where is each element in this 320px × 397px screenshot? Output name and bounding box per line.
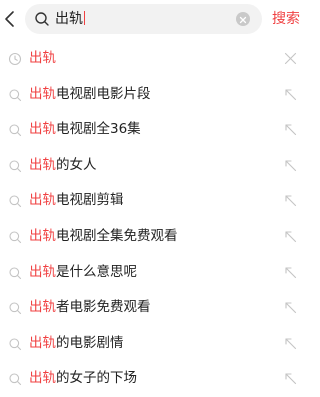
matched-keyword: 出轨: [29, 263, 56, 280]
suggestion-item[interactable]: 出轨者电影免费观看: [0, 290, 319, 326]
matched-keyword: 出轨: [29, 192, 56, 209]
search-icon: [9, 267, 22, 279]
fill-arrow-icon[interactable]: [283, 229, 298, 244]
suggestion-item[interactable]: 出轨电视剧全集免费观看: [0, 219, 319, 255]
suggestion-suffix: 的电影剧情: [56, 334, 124, 351]
back-arrow-icon: [5, 11, 14, 27]
suggestion-item[interactable]: 出轨的电影剧情: [0, 326, 319, 362]
matched-keyword: 出轨: [29, 50, 56, 66]
matched-keyword: 出轨: [29, 370, 56, 387]
suggestion-item-label: 出轨是什么意思呢: [29, 255, 137, 291]
suggestion-item-label: 出轨的女人: [29, 148, 97, 184]
search-icon: [9, 338, 22, 350]
text-cursor: [84, 11, 85, 25]
suggestion-item-label: 出轨电视剧电影片段: [29, 77, 151, 113]
history-item[interactable]: 出轨: [0, 41, 319, 77]
history-item-label: 出轨: [29, 41, 56, 77]
suggestion-item-label: 出轨的女子的下场: [29, 361, 137, 397]
suggestion-item-label: 出轨电视剧全36集: [29, 112, 141, 148]
suggestion-suffix: 的女人: [56, 156, 97, 173]
matched-keyword: 出轨: [29, 85, 56, 102]
suggestion-suffix: 是什么意思呢: [56, 263, 137, 280]
search-icon: [9, 124, 22, 137]
matched-keyword: 出轨: [29, 299, 56, 316]
fill-arrow-icon[interactable]: [283, 300, 298, 315]
search-icon: [9, 89, 22, 101]
suggestion-suffix: 电视剧剪辑: [56, 192, 124, 209]
clock-icon: [8, 52, 22, 66]
suggestion-item[interactable]: 出轨的女子的下场: [0, 361, 319, 397]
fill-arrow-icon[interactable]: [283, 371, 298, 386]
search-icon: [9, 302, 22, 315]
fill-arrow-icon[interactable]: [283, 87, 298, 102]
back-button[interactable]: [0, 0, 22, 38]
search-icon: [9, 231, 22, 244]
suggestion-item[interactable]: 出轨是什么意思呢: [0, 255, 319, 291]
search-icon: [9, 160, 22, 172]
fill-arrow-icon[interactable]: [283, 193, 298, 208]
suggestion-suffix: 者电影免费观看: [56, 299, 151, 316]
fill-arrow-icon[interactable]: [283, 158, 298, 173]
suggestion-suffix: 电视剧全集免费观看: [56, 227, 178, 244]
suggestion-item-label: 出轨电视剧全集免费观看: [29, 219, 178, 255]
clear-search-button[interactable]: [236, 12, 250, 26]
suggestion-suffix: 的女子的下场: [56, 370, 137, 387]
matched-keyword: 出轨: [29, 334, 56, 351]
search-query-text: 出轨: [55, 11, 83, 27]
clear-icon: [239, 16, 247, 24]
suggestion-suffix: 电视剧电影片段: [56, 85, 151, 102]
matched-keyword: 出轨: [29, 156, 56, 173]
suggestion-item[interactable]: 出轨的女人: [0, 148, 319, 184]
matched-keyword: 出轨: [29, 121, 56, 138]
matched-keyword: 出轨: [29, 227, 56, 244]
search-button[interactable]: 搜索: [272, 9, 304, 29]
fill-arrow-icon[interactable]: [283, 336, 298, 351]
suggestion-item-label: 出轨者电影免费观看: [29, 290, 151, 326]
search-icon: [35, 12, 49, 26]
search-input[interactable]: 出轨: [55, 10, 85, 28]
search-icon: [9, 373, 22, 386]
delete-icon[interactable]: [283, 51, 298, 66]
fill-arrow-icon[interactable]: [283, 265, 298, 280]
suggestion-list: 出轨 出轨电视剧电影片段 出轨电视剧全36集 出轨的女人 出轨电视剧剪辑 出轨电视剧全集免…: [0, 41, 319, 397]
search-header: 出轨 搜索: [0, 0, 319, 38]
fill-arrow-icon[interactable]: [283, 122, 298, 137]
search-box[interactable]: 出轨: [25, 4, 262, 34]
suggestion-suffix: 电视剧全36集: [56, 121, 141, 138]
suggestion-item-label: 出轨电视剧剪辑: [29, 183, 124, 219]
suggestion-item[interactable]: 出轨电视剧电影片段: [0, 77, 319, 113]
suggestion-item[interactable]: 出轨电视剧剪辑: [0, 183, 319, 219]
suggestion-item[interactable]: 出轨电视剧全36集: [0, 112, 319, 148]
search-icon: [9, 195, 22, 208]
suggestion-item-label: 出轨的电影剧情: [29, 326, 124, 362]
